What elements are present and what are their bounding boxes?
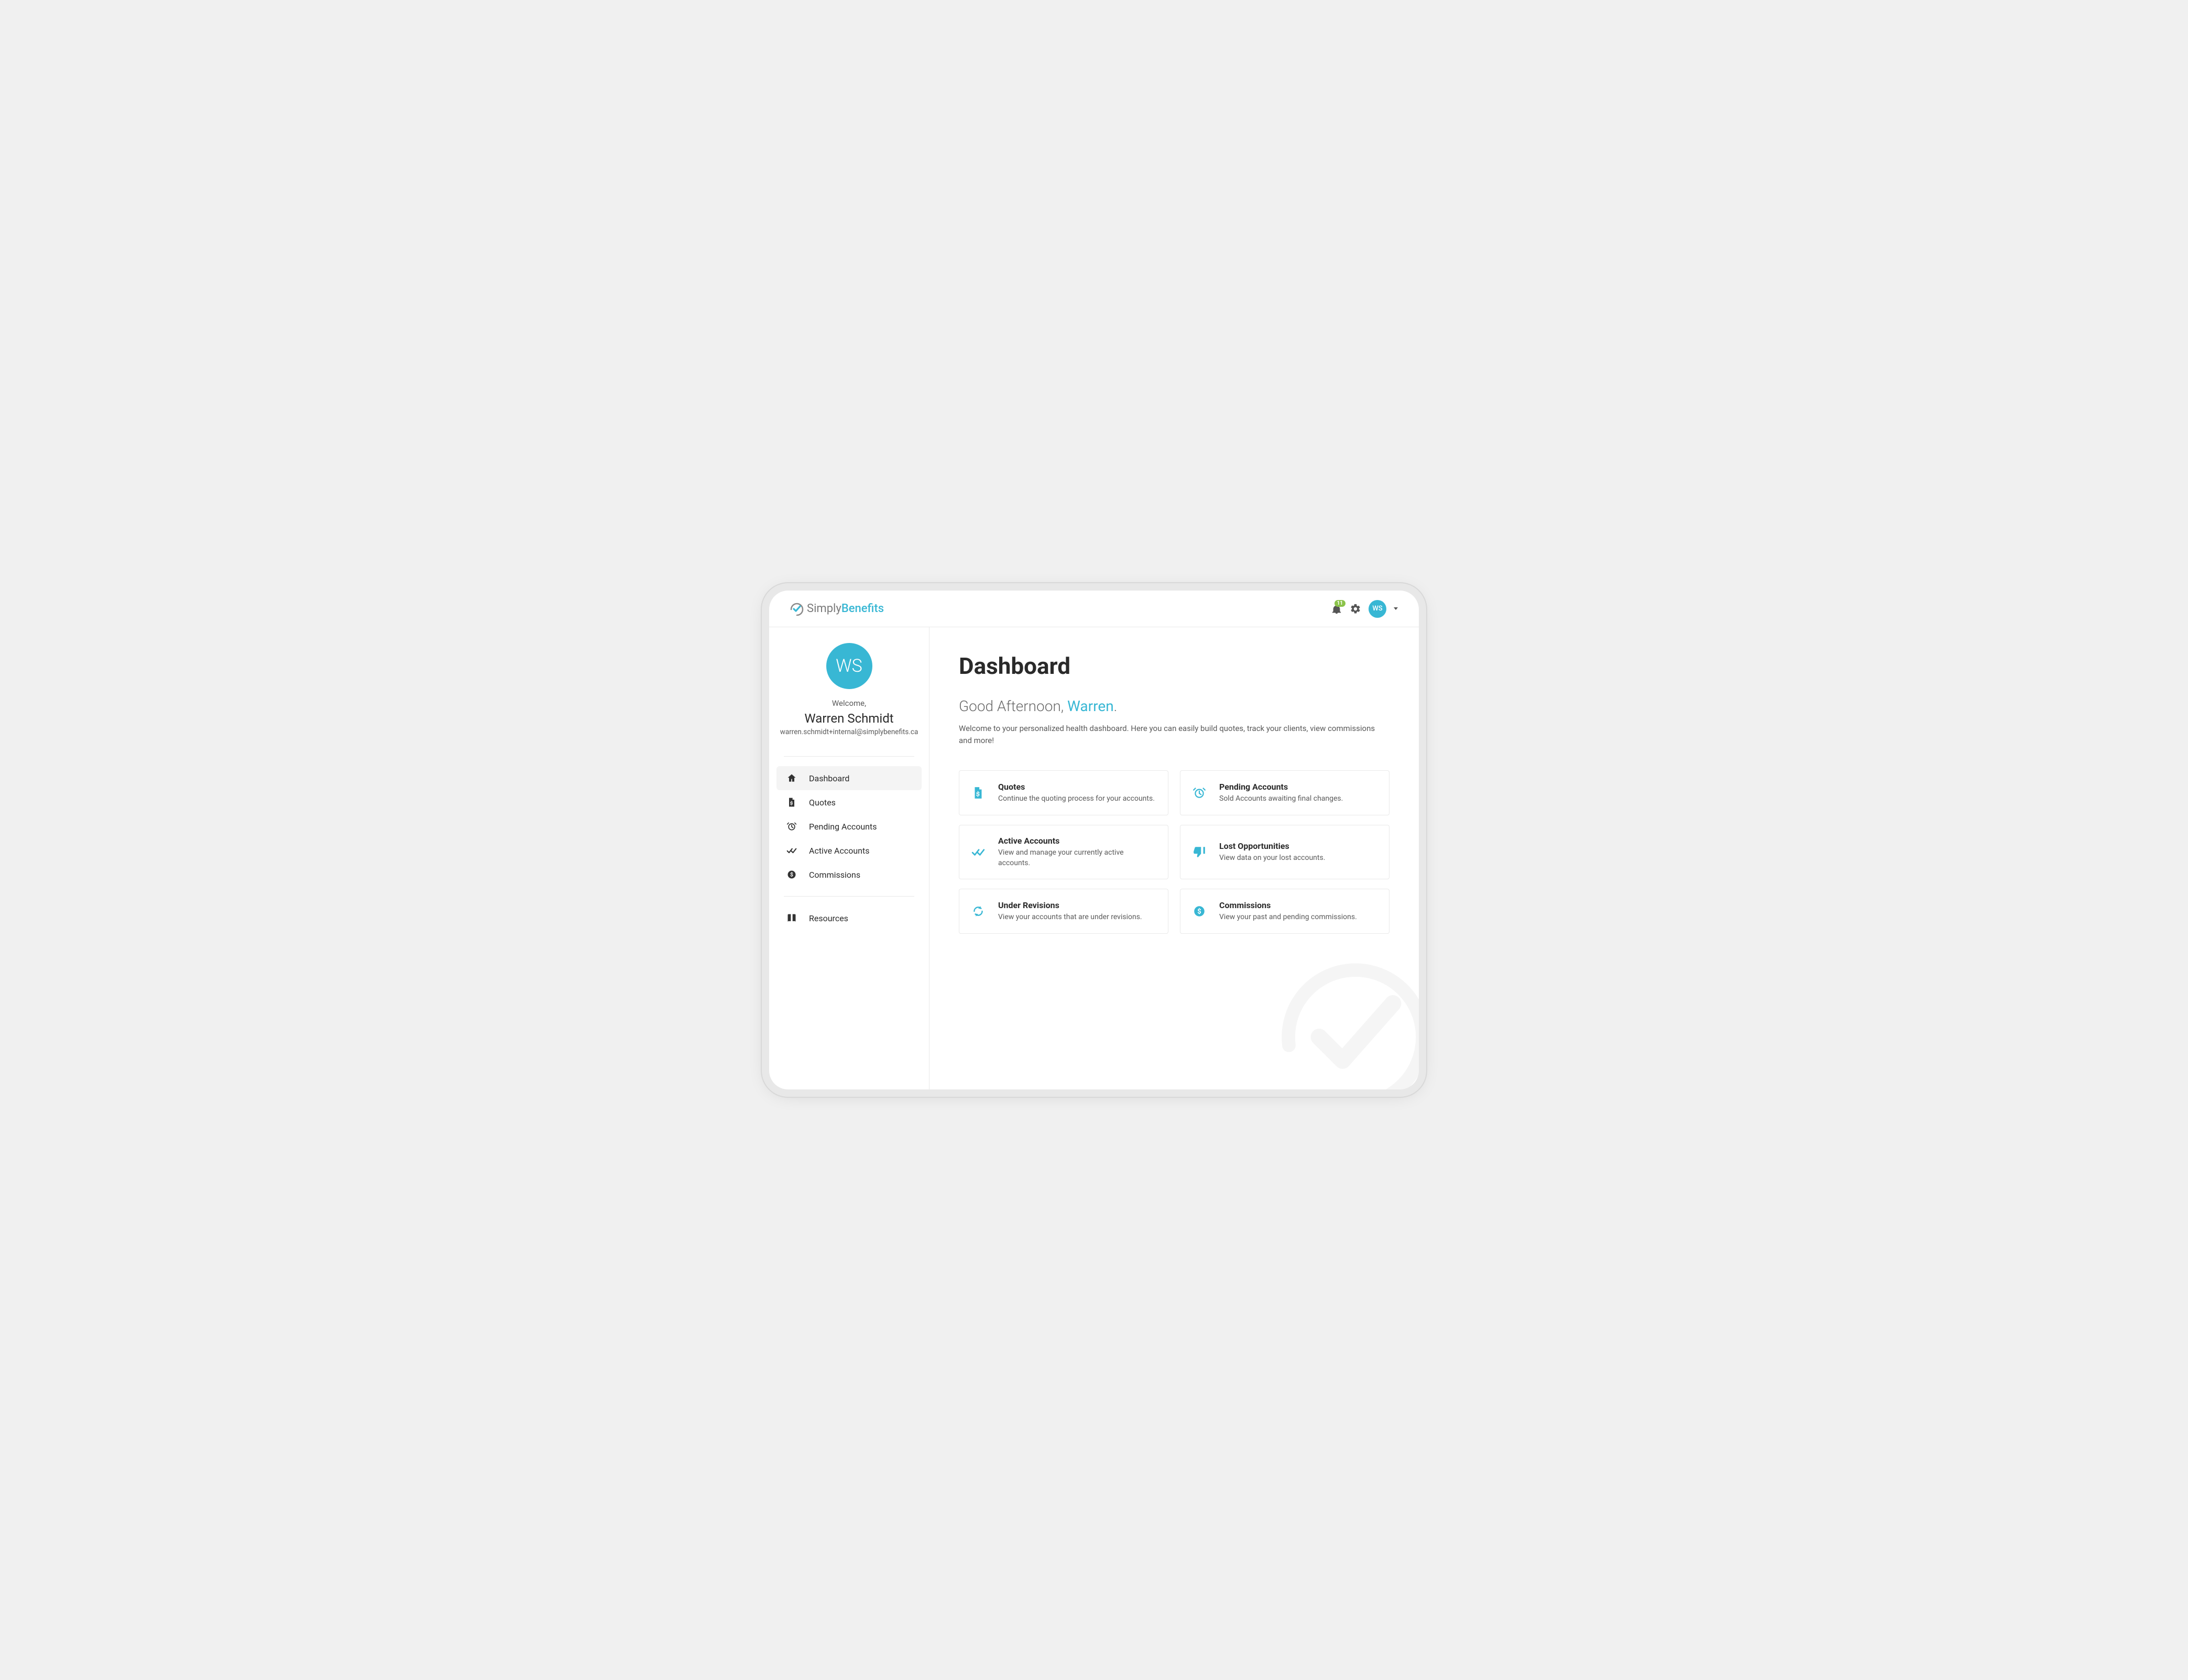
book-icon <box>786 913 797 923</box>
svg-text:$: $ <box>790 871 793 878</box>
dashboard-cards: Quotes Continue the quoting process for … <box>959 770 1390 934</box>
card-body: Commissions View your past and pending c… <box>1219 900 1379 923</box>
user-avatar[interactable]: WS <box>1369 600 1386 618</box>
sidebar-item-active accounts[interactable]: Active Accounts <box>776 838 922 863</box>
card-title: Under Revisions <box>998 900 1157 910</box>
sidebar-item-pending accounts[interactable]: Pending Accounts <box>776 814 922 838</box>
card-commissions[interactable]: $ Commissions View your past and pending… <box>1180 889 1390 934</box>
greeting-suffix: . <box>1114 697 1118 715</box>
alarm-icon <box>1192 786 1207 800</box>
brand-logo[interactable]: SimplyBenefits <box>790 602 884 616</box>
card-title: Pending Accounts <box>1219 782 1379 792</box>
sidebar-item-label: Resources <box>809 913 848 923</box>
coin-icon: $ <box>1192 904 1207 918</box>
sidebar: WS Welcome, Warren Schmidt warren.schmid… <box>769 627 929 1089</box>
card-body: Lost Opportunities View data on your los… <box>1219 841 1379 864</box>
body: WS Welcome, Warren Schmidt warren.schmid… <box>769 627 1419 1089</box>
notification-badge: 11 <box>1334 600 1345 607</box>
tablet-frame: SimplyBenefits 11 WS WS Welcome, Warren … <box>769 591 1419 1089</box>
nav-primary: Dashboard Quotes Pending Accounts Active… <box>769 766 929 887</box>
profile-avatar: WS <box>826 643 872 689</box>
greeting-name: Warren <box>1067 697 1114 715</box>
card-desc: Sold Accounts awaiting final changes. <box>1219 794 1379 804</box>
card-title: Quotes <box>998 782 1157 792</box>
user-menu-caret[interactable] <box>1394 607 1398 610</box>
card-title: Commissions <box>1219 900 1379 910</box>
card-desc: View data on your lost accounts. <box>1219 853 1379 864</box>
card-title: Active Accounts <box>998 836 1157 846</box>
card-body: Under Revisions View your accounts that … <box>998 900 1157 923</box>
sidebar-item-commissions[interactable]: $ Commissions <box>776 863 922 887</box>
main-content: Dashboard Good Afternoon, Warren. Welcom… <box>929 627 1419 1089</box>
divider <box>784 896 914 897</box>
gear-icon <box>1350 603 1361 615</box>
topbar: SimplyBenefits 11 WS <box>769 591 1419 627</box>
card-body: Pending Accounts Sold Accounts awaiting … <box>1219 782 1379 804</box>
notifications-button[interactable]: 11 <box>1331 603 1342 615</box>
card-desc: View your accounts that are under revisi… <box>998 912 1157 923</box>
profile-name: Warren Schmidt <box>780 711 918 726</box>
sidebar-item-label: Dashboard <box>809 773 849 783</box>
file-dollar-icon <box>786 797 797 808</box>
sidebar-item-quotes[interactable]: Quotes <box>776 790 922 814</box>
coin-icon: $ <box>786 869 797 880</box>
background-watermark-icon <box>1272 953 1419 1089</box>
sidebar-item-label: Quotes <box>809 798 836 808</box>
topbar-right: 11 WS <box>1331 600 1398 618</box>
check-all-icon <box>786 845 797 856</box>
sidebar-profile: WS Welcome, Warren Schmidt warren.schmid… <box>769 643 929 747</box>
card-active accounts[interactable]: Active Accounts View and manage your cur… <box>959 825 1168 879</box>
card-desc: Continue the quoting process for your ac… <box>998 794 1157 804</box>
refresh-icon <box>971 904 986 918</box>
home-icon <box>786 773 797 783</box>
card-quotes[interactable]: Quotes Continue the quoting process for … <box>959 770 1168 815</box>
sidebar-item-resources[interactable]: Resources <box>776 906 922 930</box>
alarm-icon <box>786 821 797 832</box>
card-desc: View and manage your currently active ac… <box>998 848 1157 868</box>
card-pending accounts[interactable]: Pending Accounts Sold Accounts awaiting … <box>1180 770 1390 815</box>
sidebar-item-dashboard[interactable]: Dashboard <box>776 766 922 790</box>
card-under revisions[interactable]: Under Revisions View your accounts that … <box>959 889 1168 934</box>
settings-button[interactable] <box>1350 603 1361 615</box>
check-all-icon <box>971 845 986 859</box>
page-title: Dashboard <box>959 652 1390 680</box>
subtext: Welcome to your personalized health dash… <box>959 723 1388 746</box>
thumb-down-icon <box>1192 845 1207 859</box>
brand-text: SimplyBenefits <box>807 602 884 615</box>
divider <box>784 756 914 757</box>
brand-text-part1: Simply <box>807 602 841 615</box>
svg-text:$: $ <box>1197 908 1201 916</box>
card-lost opportunities[interactable]: Lost Opportunities View data on your los… <box>1180 825 1390 879</box>
brand-text-part2: Benefits <box>841 602 884 615</box>
card-title: Lost Opportunities <box>1219 841 1379 851</box>
profile-welcome-label: Welcome, <box>780 699 918 708</box>
greeting: Good Afternoon, Warren. <box>959 697 1390 715</box>
card-body: Active Accounts View and manage your cur… <box>998 836 1157 868</box>
sidebar-item-label: Active Accounts <box>809 846 870 856</box>
greeting-prefix: Good Afternoon, <box>959 697 1067 715</box>
file-dollar-icon <box>971 786 986 800</box>
card-desc: View your past and pending commissions. <box>1219 912 1379 923</box>
sidebar-item-label: Pending Accounts <box>809 822 877 832</box>
brand-mark-icon <box>790 602 804 616</box>
sidebar-item-label: Commissions <box>809 870 860 880</box>
nav-secondary: Resources <box>769 906 929 930</box>
card-body: Quotes Continue the quoting process for … <box>998 782 1157 804</box>
profile-email: warren.schmidt+internal@simplybenefits.c… <box>780 728 918 736</box>
